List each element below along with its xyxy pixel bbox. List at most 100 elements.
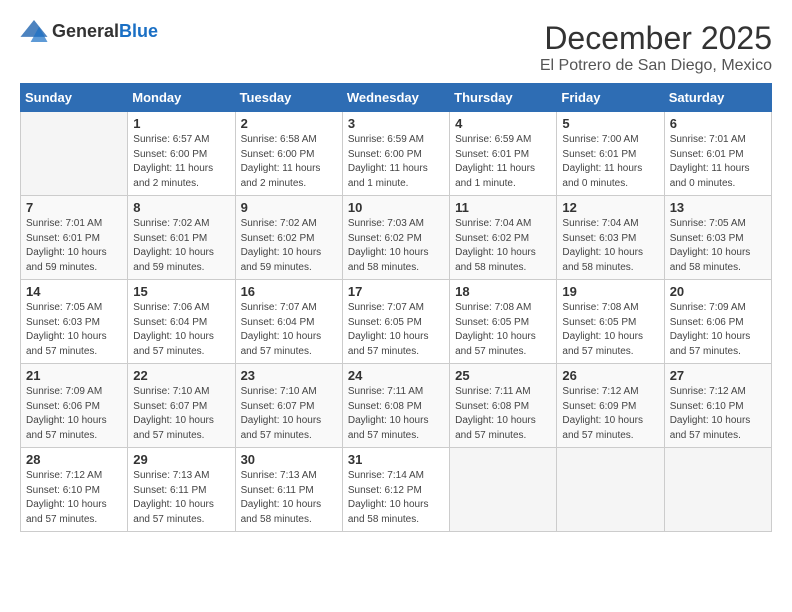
weekday-header-friday: Friday — [557, 84, 664, 112]
day-info: Sunrise: 7:03 AM Sunset: 6:02 PM Dayligh… — [348, 217, 444, 275]
day-number: 3 — [348, 116, 444, 131]
day-number: 30 — [241, 452, 337, 467]
day-number: 6 — [670, 116, 766, 131]
weekday-header-saturday: Saturday — [664, 84, 771, 112]
calendar-cell: 28 Sunrise: 7:12 AM Sunset: 6:10 PM Dayli… — [21, 448, 128, 532]
day-info: Sunrise: 6:57 AM Sunset: 6:00 PM Dayligh… — [133, 133, 229, 191]
day-info: Sunrise: 7:02 AM Sunset: 6:01 PM Dayligh… — [133, 217, 229, 275]
day-info: Sunrise: 7:09 AM Sunset: 6:06 PM Dayligh… — [670, 301, 766, 359]
calendar-cell: 11 Sunrise: 7:04 AM Sunset: 6:02 PM Dayli… — [450, 196, 557, 280]
day-number: 26 — [562, 368, 658, 383]
calendar-cell: 25 Sunrise: 7:11 AM Sunset: 6:08 PM Dayli… — [450, 364, 557, 448]
page-header: GeneralBlue December 2025 El Potrero de … — [20, 20, 772, 75]
day-number: 13 — [670, 200, 766, 215]
calendar-week-row: 1 Sunrise: 6:57 AM Sunset: 6:00 PM Daylig… — [21, 112, 772, 196]
title-area: December 2025 El Potrero de San Diego, M… — [540, 20, 772, 75]
day-number: 24 — [348, 368, 444, 383]
calendar-cell: 12 Sunrise: 7:04 AM Sunset: 6:03 PM Dayli… — [557, 196, 664, 280]
calendar-week-row: 7 Sunrise: 7:01 AM Sunset: 6:01 PM Daylig… — [21, 196, 772, 280]
day-number: 5 — [562, 116, 658, 131]
day-info: Sunrise: 7:11 AM Sunset: 6:08 PM Dayligh… — [455, 385, 551, 443]
day-number: 12 — [562, 200, 658, 215]
day-info: Sunrise: 6:58 AM Sunset: 6:00 PM Dayligh… — [241, 133, 337, 191]
day-info: Sunrise: 6:59 AM Sunset: 6:00 PM Dayligh… — [348, 133, 444, 191]
day-info: Sunrise: 7:00 AM Sunset: 6:01 PM Dayligh… — [562, 133, 658, 191]
weekday-header-tuesday: Tuesday — [235, 84, 342, 112]
day-number: 17 — [348, 284, 444, 299]
day-info: Sunrise: 7:10 AM Sunset: 6:07 PM Dayligh… — [133, 385, 229, 443]
weekday-header-wednesday: Wednesday — [342, 84, 449, 112]
day-number: 19 — [562, 284, 658, 299]
day-number: 8 — [133, 200, 229, 215]
calendar-cell — [664, 448, 771, 532]
day-number: 9 — [241, 200, 337, 215]
day-info: Sunrise: 7:14 AM Sunset: 6:12 PM Dayligh… — [348, 469, 444, 527]
calendar-cell: 16 Sunrise: 7:07 AM Sunset: 6:04 PM Dayli… — [235, 280, 342, 364]
day-info: Sunrise: 7:04 AM Sunset: 6:03 PM Dayligh… — [562, 217, 658, 275]
day-number: 27 — [670, 368, 766, 383]
calendar-cell: 30 Sunrise: 7:13 AM Sunset: 6:11 PM Dayli… — [235, 448, 342, 532]
calendar-cell: 1 Sunrise: 6:57 AM Sunset: 6:00 PM Daylig… — [128, 112, 235, 196]
calendar-table: SundayMondayTuesdayWednesdayThursdayFrid… — [20, 83, 772, 532]
weekday-header-row: SundayMondayTuesdayWednesdayThursdayFrid… — [21, 84, 772, 112]
day-number: 7 — [26, 200, 122, 215]
day-info: Sunrise: 7:02 AM Sunset: 6:02 PM Dayligh… — [241, 217, 337, 275]
day-info: Sunrise: 7:07 AM Sunset: 6:05 PM Dayligh… — [348, 301, 444, 359]
day-info: Sunrise: 7:12 AM Sunset: 6:10 PM Dayligh… — [26, 469, 122, 527]
day-number: 11 — [455, 200, 551, 215]
logo-icon — [20, 20, 48, 42]
logo-general: General — [52, 21, 119, 41]
day-number: 21 — [26, 368, 122, 383]
logo: GeneralBlue — [20, 20, 158, 42]
calendar-cell — [21, 112, 128, 196]
calendar-cell: 8 Sunrise: 7:02 AM Sunset: 6:01 PM Daylig… — [128, 196, 235, 280]
day-number: 25 — [455, 368, 551, 383]
day-info: Sunrise: 6:59 AM Sunset: 6:01 PM Dayligh… — [455, 133, 551, 191]
day-number: 28 — [26, 452, 122, 467]
day-info: Sunrise: 7:11 AM Sunset: 6:08 PM Dayligh… — [348, 385, 444, 443]
month-title: December 2025 — [540, 20, 772, 57]
day-number: 23 — [241, 368, 337, 383]
calendar-cell: 10Sunrise: 7:03 AM Sunset: 6:02 PM Dayli… — [342, 196, 449, 280]
day-info: Sunrise: 7:04 AM Sunset: 6:02 PM Dayligh… — [455, 217, 551, 275]
calendar-cell: 14 Sunrise: 7:05 AM Sunset: 6:03 PM Dayli… — [21, 280, 128, 364]
day-number: 15 — [133, 284, 229, 299]
calendar-cell: 2 Sunrise: 6:58 AM Sunset: 6:00 PM Daylig… — [235, 112, 342, 196]
calendar-cell — [557, 448, 664, 532]
day-info: Sunrise: 7:01 AM Sunset: 6:01 PM Dayligh… — [26, 217, 122, 275]
calendar-cell: 24 Sunrise: 7:11 AM Sunset: 6:08 PM Dayli… — [342, 364, 449, 448]
location-title: El Potrero de San Diego, Mexico — [540, 57, 772, 75]
day-info: Sunrise: 7:07 AM Sunset: 6:04 PM Dayligh… — [241, 301, 337, 359]
calendar-cell: 7 Sunrise: 7:01 AM Sunset: 6:01 PM Daylig… — [21, 196, 128, 280]
day-info: Sunrise: 7:05 AM Sunset: 6:03 PM Dayligh… — [26, 301, 122, 359]
day-info: Sunrise: 7:12 AM Sunset: 6:09 PM Dayligh… — [562, 385, 658, 443]
weekday-header-sunday: Sunday — [21, 84, 128, 112]
calendar-cell: 3 Sunrise: 6:59 AM Sunset: 6:00 PM Daylig… — [342, 112, 449, 196]
calendar-week-row: 28 Sunrise: 7:12 AM Sunset: 6:10 PM Dayli… — [21, 448, 772, 532]
calendar-cell: 26 Sunrise: 7:12 AM Sunset: 6:09 PM Dayli… — [557, 364, 664, 448]
calendar-cell: 22 Sunrise: 7:10 AM Sunset: 6:07 PM Dayli… — [128, 364, 235, 448]
calendar-cell: 20Sunrise: 7:09 AM Sunset: 6:06 PM Dayli… — [664, 280, 771, 364]
day-number: 18 — [455, 284, 551, 299]
weekday-header-thursday: Thursday — [450, 84, 557, 112]
calendar-cell: 18 Sunrise: 7:08 AM Sunset: 6:05 PM Dayli… — [450, 280, 557, 364]
calendar-cell: 15Sunrise: 7:06 AM Sunset: 6:04 PM Dayli… — [128, 280, 235, 364]
day-number: 1 — [133, 116, 229, 131]
day-info: Sunrise: 7:08 AM Sunset: 6:05 PM Dayligh… — [455, 301, 551, 359]
day-number: 22 — [133, 368, 229, 383]
day-number: 16 — [241, 284, 337, 299]
day-info: Sunrise: 7:08 AM Sunset: 6:05 PM Dayligh… — [562, 301, 658, 359]
calendar-cell: 17 Sunrise: 7:07 AM Sunset: 6:05 PM Dayli… — [342, 280, 449, 364]
day-info: Sunrise: 7:01 AM Sunset: 6:01 PM Dayligh… — [670, 133, 766, 191]
calendar-cell: 19 Sunrise: 7:08 AM Sunset: 6:05 PM Dayli… — [557, 280, 664, 364]
day-info: Sunrise: 7:13 AM Sunset: 6:11 PM Dayligh… — [241, 469, 337, 527]
day-number: 4 — [455, 116, 551, 131]
day-number: 14 — [26, 284, 122, 299]
weekday-header-monday: Monday — [128, 84, 235, 112]
day-info: Sunrise: 7:13 AM Sunset: 6:11 PM Dayligh… — [133, 469, 229, 527]
calendar-cell: 21Sunrise: 7:09 AM Sunset: 6:06 PM Dayli… — [21, 364, 128, 448]
day-number: 2 — [241, 116, 337, 131]
calendar-cell — [450, 448, 557, 532]
calendar-week-row: 21Sunrise: 7:09 AM Sunset: 6:06 PM Dayli… — [21, 364, 772, 448]
calendar-week-row: 14 Sunrise: 7:05 AM Sunset: 6:03 PM Dayli… — [21, 280, 772, 364]
